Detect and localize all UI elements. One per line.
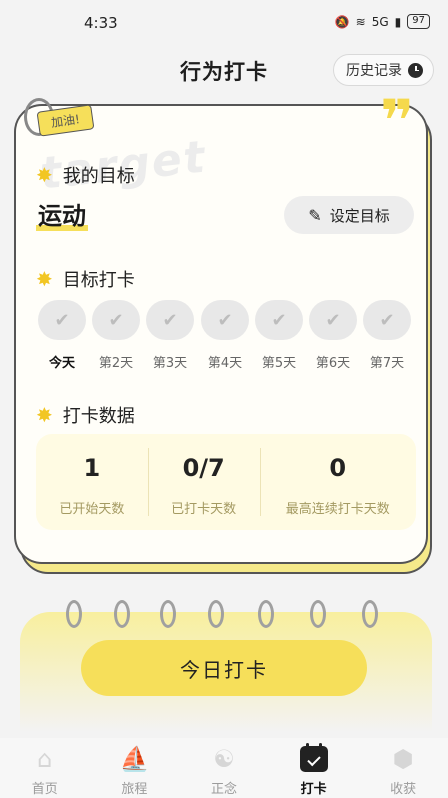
binder-ring-icon [160, 600, 176, 628]
binder-ring-icon [310, 600, 326, 628]
nav-item-home[interactable]: ⌂ 首页 [0, 738, 90, 798]
check-icon: ✔ [363, 300, 411, 340]
status-bar: 4:33 🔕 ≋ 5G ▮ 97 [0, 0, 448, 46]
goal-section-label: 我的目标 [62, 166, 135, 187]
check-icon: ✔ [146, 300, 194, 340]
badge-icon: ⬢ [392, 745, 414, 773]
day-item-6[interactable]: ✔ 第6天 [309, 300, 357, 371]
clock-icon [408, 62, 423, 78]
nav-label: 打卡 [300, 782, 327, 797]
nav-label: 首页 [31, 782, 58, 797]
day-item-3[interactable]: ✔ 第3天 [146, 300, 194, 371]
day-item-7[interactable]: ✔ 第7天 [363, 300, 411, 371]
stat-label: 最高连续打卡天数 [285, 502, 390, 517]
day-label: 第2天 [98, 356, 134, 371]
bottom-nav: ⌂ 首页 ⛵ 旅程 ☯ 正念 打卡 ⬢ 收获 [0, 738, 448, 798]
day-item-5[interactable]: ✔ 第5天 [255, 300, 303, 371]
binder-ring-icon [66, 600, 82, 628]
goal-value: 运动 [36, 196, 88, 231]
day-item-1[interactable]: ✔ 今天 [38, 300, 86, 371]
nav-label: 旅程 [121, 782, 148, 797]
meditation-icon: ☯ [213, 745, 235, 773]
goal-section-title: ✸ 我的目标 [36, 162, 135, 188]
day-label: 第5天 [261, 356, 297, 371]
set-goal-label: 设定目标 [329, 206, 390, 225]
spark-icon: ✸ [36, 163, 53, 187]
binder-ring-icon [114, 600, 130, 628]
stat-checked-days: 0/7 已打卡天数 [147, 434, 260, 530]
pencil-icon: ✎ [308, 205, 322, 225]
binder-ring-icon [362, 600, 378, 628]
stat-started-days: 1 已开始天数 [36, 434, 148, 530]
spark-icon: ✸ [36, 267, 53, 291]
sailboat-icon: ⛵ [119, 745, 150, 773]
day-label: 第7天 [369, 356, 405, 371]
stat-label: 已打卡天数 [171, 502, 237, 517]
binder-ring-icon [258, 600, 274, 628]
binder-ring-icon [208, 600, 224, 628]
day-label: 今天 [48, 356, 75, 371]
day-label: 第4天 [207, 356, 243, 371]
check-icon: ✔ [38, 300, 86, 340]
spark-icon: ✸ [36, 403, 53, 427]
today-checkin-button[interactable]: 今日打卡 [81, 640, 367, 696]
stat-max-streak: 0 最高连续打卡天数 [259, 434, 416, 530]
nav-label: 收获 [390, 782, 417, 797]
battery-icon: 97 [407, 14, 430, 29]
nav-item-harvest[interactable]: ⬢ 收获 [358, 738, 448, 798]
nav-item-journey[interactable]: ⛵ 旅程 [90, 738, 180, 798]
signal-icon: ▮ [394, 14, 402, 29]
history-label: 历史记录 [346, 63, 402, 79]
nav-item-checkin[interactable]: 打卡 [269, 738, 359, 798]
stat-value: 1 [83, 454, 101, 482]
signal-label: 5G [371, 14, 389, 29]
stat-label: 已开始天数 [59, 502, 125, 517]
check-icon: ✔ [255, 300, 303, 340]
day-label: 第6天 [315, 356, 351, 371]
mute-icon: 🔕 [334, 14, 350, 29]
status-icons: 🔕 ≋ 5G ▮ 97 [335, 14, 430, 29]
stat-value: 0/7 [182, 454, 225, 482]
day-label: 第3天 [152, 356, 188, 371]
day-item-2[interactable]: ✔ 第2天 [92, 300, 140, 371]
wifi-icon: ≋ [355, 14, 366, 29]
day-item-4[interactable]: ✔ 第4天 [201, 300, 249, 371]
history-button[interactable]: 历史记录 [333, 54, 434, 86]
check-icon: ✔ [201, 300, 249, 340]
status-time: 4:33 [84, 14, 118, 32]
nav-item-mindfulness[interactable]: ☯ 正念 [179, 738, 269, 798]
check-icon: ✔ [92, 300, 140, 340]
nav-label: 正念 [210, 782, 237, 797]
stats-section-label: 打卡数据 [62, 406, 135, 427]
home-icon: ⌂ [37, 745, 53, 773]
calendar-check-icon [299, 743, 328, 772]
stats-section-title: ✸ 打卡数据 [36, 402, 135, 428]
set-goal-button[interactable]: ✎ 设定目标 [284, 196, 414, 234]
stats-box: 1 已开始天数 0/7 已打卡天数 0 最高连续打卡天数 [36, 434, 416, 530]
stat-value: 0 [329, 454, 347, 482]
calendar-check-icon-wrap [298, 743, 330, 772]
check-icon: ✔ [309, 300, 357, 340]
checkin-section-title: ✸ 目标打卡 [36, 266, 135, 292]
quote-mark-icon: ❞ [379, 87, 414, 155]
checkin-section-label: 目标打卡 [62, 270, 135, 291]
